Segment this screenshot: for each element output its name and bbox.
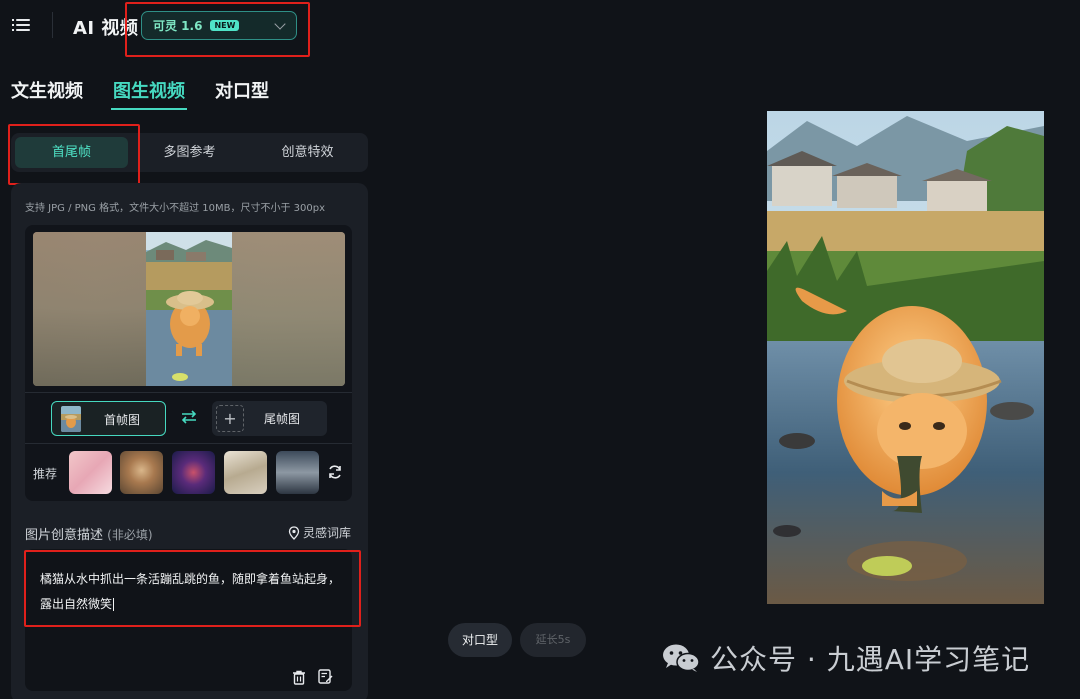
watermark: 公众号 · 九遇AI学习笔记 (662, 638, 1030, 678)
recommend-thumbnail[interactable] (120, 451, 163, 494)
location-pin-icon (288, 525, 300, 540)
description-optional: (非必填) (107, 528, 153, 542)
upload-hint: 支持 JPG / PNG 格式，文件大小不超过 10MB，尺寸不小于 300px (25, 203, 325, 214)
highlight-box-model (125, 2, 310, 57)
image-preview[interactable] (33, 232, 345, 386)
tab-text-to-video[interactable]: 文生视频 (11, 77, 83, 103)
highlight-box-subtab (8, 124, 140, 185)
preview-blur-left (33, 232, 146, 386)
generated-video-preview[interactable] (767, 111, 1044, 604)
watermark-text: 公众号 · 九遇AI学习笔记 (710, 643, 1031, 676)
inspiration-link[interactable]: 灵感词库 (288, 524, 351, 541)
divider (25, 443, 352, 444)
swap-icon[interactable] (180, 409, 198, 428)
lipsync-button[interactable]: 对口型 (448, 623, 512, 657)
inspiration-link-label: 灵感词库 (303, 526, 352, 540)
recommend-thumbnail[interactable] (69, 451, 112, 494)
last-frame-label: 尾帧图 (264, 412, 301, 426)
preview-cat-image (146, 232, 232, 386)
save-template-icon[interactable] (318, 669, 333, 684)
tab-image-to-video[interactable]: 图生视频 (113, 77, 185, 103)
recommend-thumbnail[interactable] (172, 451, 215, 494)
preview-blur-right (232, 232, 345, 386)
first-frame-button[interactable]: 首帧图 (51, 401, 166, 436)
menu-icon[interactable] (12, 16, 30, 34)
divider (25, 392, 352, 393)
description-title: 图片创意描述 (25, 528, 104, 543)
recommend-thumbnail[interactable] (276, 451, 319, 494)
wechat-icon (663, 644, 700, 672)
plus-icon: + (216, 405, 244, 432)
refresh-icon[interactable] (327, 464, 343, 480)
first-frame-label: 首帧图 (104, 413, 141, 427)
recommend-thumbnail[interactable] (224, 451, 267, 494)
active-tab-underline (111, 108, 187, 110)
tab-lipsync[interactable]: 对口型 (215, 77, 269, 103)
description-label: 图片创意描述 (非必填) (25, 524, 153, 543)
subtab-multi-image[interactable]: 多图参考 (133, 137, 246, 168)
highlight-box-description (24, 550, 361, 627)
last-frame-button[interactable]: + 尾帧图 (212, 401, 327, 436)
extend-button[interactable]: 延长5s (520, 623, 586, 657)
first-frame-thumbnail (61, 406, 81, 432)
recommend-label: 推荐 (33, 467, 58, 481)
subtab-creative-effects[interactable]: 创意特效 (251, 137, 364, 168)
header-divider (52, 12, 53, 38)
trash-icon[interactable] (292, 670, 306, 685)
